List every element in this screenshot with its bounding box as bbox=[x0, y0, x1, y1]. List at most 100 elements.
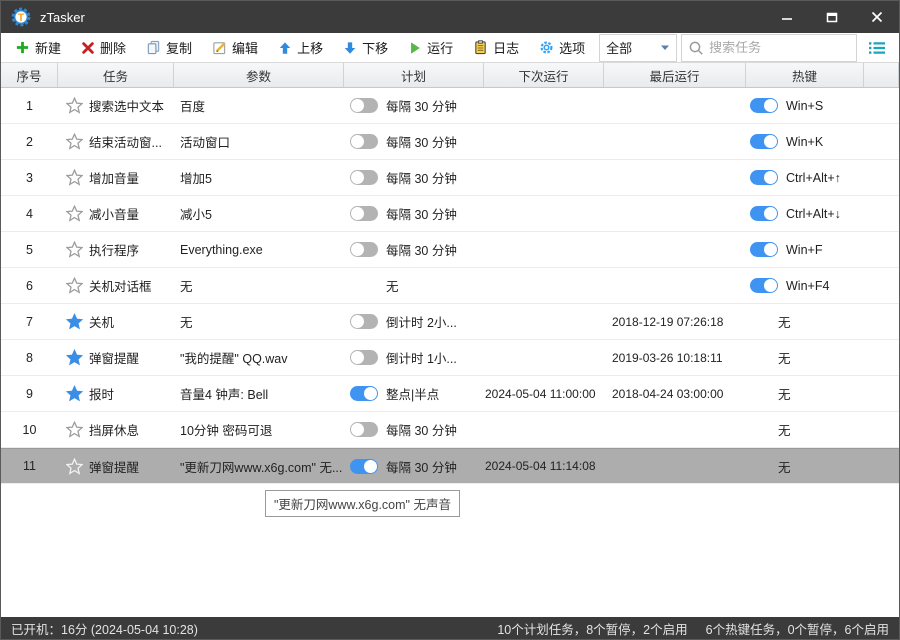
edit-task-button[interactable]: 编辑 bbox=[206, 35, 264, 60]
schedule-toggle[interactable] bbox=[350, 350, 378, 365]
next-run: 2024-05-04 11:14:08 bbox=[485, 459, 596, 473]
star-icon[interactable] bbox=[66, 169, 83, 186]
hotkey-text: Win+K bbox=[786, 134, 824, 149]
table-row[interactable]: 1 搜索选中文本 百度 每隔 30 分钟 Win+S bbox=[1, 88, 899, 124]
edit-task-label: 编辑 bbox=[232, 41, 259, 56]
move-down-button[interactable]: 下移 bbox=[337, 35, 394, 60]
row-number: 10 bbox=[22, 422, 37, 437]
next-run bbox=[484, 124, 604, 159]
row-filler bbox=[864, 124, 899, 159]
next-run bbox=[484, 412, 604, 447]
star-icon[interactable] bbox=[66, 313, 83, 330]
table-row[interactable]: 7 关机 无 倒计时 2小... 2018-12-19 07:26:18 无 bbox=[1, 304, 899, 340]
row-filler bbox=[864, 449, 899, 483]
star-icon[interactable] bbox=[66, 421, 83, 438]
hotkey-text: 无 bbox=[778, 352, 791, 366]
schedule-toggle[interactable] bbox=[350, 386, 378, 401]
schedule-toggle[interactable] bbox=[350, 242, 378, 257]
filter-dropdown[interactable]: 全部 bbox=[599, 33, 678, 62]
log-button[interactable]: 日志 bbox=[467, 35, 525, 60]
statusbar: 已开机：16分 (2024-05-04 10:28) 10个计划任务，8个暂停，… bbox=[1, 617, 899, 639]
table-row[interactable]: 3 增加音量 增加5 每隔 30 分钟 Ctrl+Alt+↑ bbox=[1, 160, 899, 196]
schedule-toggle[interactable] bbox=[350, 98, 378, 113]
last-run bbox=[604, 268, 746, 303]
column-header-num[interactable]: 序号 bbox=[1, 63, 58, 87]
schedule-toggle[interactable] bbox=[350, 206, 378, 221]
edit-icon bbox=[213, 42, 226, 55]
row-filler bbox=[864, 88, 899, 123]
schedule-toggle[interactable] bbox=[350, 134, 378, 149]
new-task-button[interactable]: 新建 bbox=[9, 35, 67, 60]
table-row[interactable]: 9 报时 音量4 钟声: Bell 整点|半点 2024-05-04 11:00… bbox=[1, 376, 899, 412]
hotkey-toggle[interactable] bbox=[750, 278, 778, 293]
schedule-toggle[interactable] bbox=[350, 170, 378, 185]
options-button[interactable]: 选项 bbox=[533, 35, 591, 60]
star-icon[interactable] bbox=[66, 133, 83, 150]
hotkey-text: Win+S bbox=[786, 98, 824, 113]
run-task-button[interactable]: 运行 bbox=[402, 35, 459, 60]
star-icon[interactable] bbox=[66, 457, 83, 475]
task-name: 弹窗提醒 bbox=[89, 352, 140, 366]
column-header-nextrun[interactable]: 下次运行 bbox=[484, 63, 604, 87]
window-controls bbox=[764, 1, 899, 33]
row-filler bbox=[864, 304, 899, 339]
move-up-button[interactable]: 上移 bbox=[272, 35, 329, 60]
next-run bbox=[484, 196, 604, 231]
table-row[interactable]: 6 关机对话框 无 无 Win+F4 bbox=[1, 268, 899, 304]
hotkey-toggle[interactable] bbox=[750, 170, 778, 185]
task-param: "我的提醒" QQ.wav bbox=[180, 352, 288, 366]
column-header-param[interactable]: 参数 bbox=[174, 63, 344, 87]
last-run: 2018-04-24 03:00:00 bbox=[612, 386, 724, 401]
hotkey-text: 无 bbox=[778, 316, 791, 330]
table-row[interactable]: 11 弹窗提醒 "更新刀网www.x6g.com" 无... 每隔 30 分钟 … bbox=[1, 448, 899, 484]
star-icon[interactable] bbox=[66, 97, 83, 114]
run-task-label: 运行 bbox=[427, 41, 454, 56]
task-name: 弹窗提醒 bbox=[89, 460, 140, 475]
hotkey-toggle[interactable] bbox=[750, 98, 778, 113]
schedule-toggle[interactable] bbox=[350, 458, 378, 474]
task-param: 10分钟 密码可退 bbox=[180, 424, 273, 438]
hotkey-toggle[interactable] bbox=[750, 206, 778, 221]
star-icon[interactable] bbox=[66, 241, 83, 258]
hotkey-toggle[interactable] bbox=[750, 134, 778, 149]
column-header-task[interactable]: 任务 bbox=[58, 63, 174, 87]
star-icon[interactable] bbox=[66, 349, 83, 366]
row-filler bbox=[864, 160, 899, 195]
table-header: 序号 任务 参数 计划 下次运行 最后运行 热键 bbox=[1, 63, 899, 88]
delete-task-button[interactable]: 删除 bbox=[75, 35, 132, 60]
column-header-schedule[interactable]: 计划 bbox=[344, 63, 484, 87]
view-list-button[interactable] bbox=[860, 34, 893, 62]
star-icon[interactable] bbox=[66, 385, 83, 402]
search-icon bbox=[689, 41, 703, 55]
task-param: 活动窗口 bbox=[180, 136, 231, 150]
column-header-hotkey[interactable]: 热键 bbox=[746, 63, 864, 87]
schedule-toggle[interactable] bbox=[350, 314, 378, 329]
close-button[interactable] bbox=[854, 1, 899, 33]
row-number: 7 bbox=[26, 314, 33, 329]
task-param: 无 bbox=[180, 280, 193, 294]
minimize-button[interactable] bbox=[764, 1, 809, 33]
table-row[interactable]: 10 挡屏休息 10分钟 密码可退 每隔 30 分钟 无 bbox=[1, 412, 899, 448]
search-input[interactable] bbox=[709, 40, 851, 55]
hotkey-toggle[interactable] bbox=[750, 242, 778, 257]
titlebar: T zTasker bbox=[1, 1, 899, 33]
table-row[interactable]: 2 结束活动窗... 活动窗口 每隔 30 分钟 Win+K bbox=[1, 124, 899, 160]
table-row[interactable]: 5 执行程序 Everything.exe 每隔 30 分钟 Win+F bbox=[1, 232, 899, 268]
task-name: 关机 bbox=[89, 316, 115, 330]
star-icon[interactable] bbox=[66, 277, 83, 294]
row-filler bbox=[864, 376, 899, 411]
schedule-text: 每隔 30 分钟 bbox=[386, 244, 457, 258]
plus-icon bbox=[16, 41, 29, 54]
copy-task-button[interactable]: 复制 bbox=[140, 35, 198, 60]
column-header-lastrun[interactable]: 最后运行 bbox=[604, 63, 746, 87]
maximize-button[interactable] bbox=[809, 1, 854, 33]
schedule-toggle[interactable] bbox=[350, 422, 378, 437]
star-icon[interactable] bbox=[66, 205, 83, 222]
row-number: 8 bbox=[26, 350, 33, 365]
table-row[interactable]: 8 弹窗提醒 "我的提醒" QQ.wav 倒计时 1小... 2019-03-2… bbox=[1, 340, 899, 376]
plan-task-summary: 10个计划任务，8个暂停，2个启用 bbox=[497, 622, 688, 637]
task-name: 挡屏休息 bbox=[89, 424, 140, 438]
log-label: 日志 bbox=[493, 41, 520, 56]
table-row[interactable]: 4 减小音量 减小5 每隔 30 分钟 Ctrl+Alt+↓ bbox=[1, 196, 899, 232]
next-run bbox=[484, 88, 604, 123]
